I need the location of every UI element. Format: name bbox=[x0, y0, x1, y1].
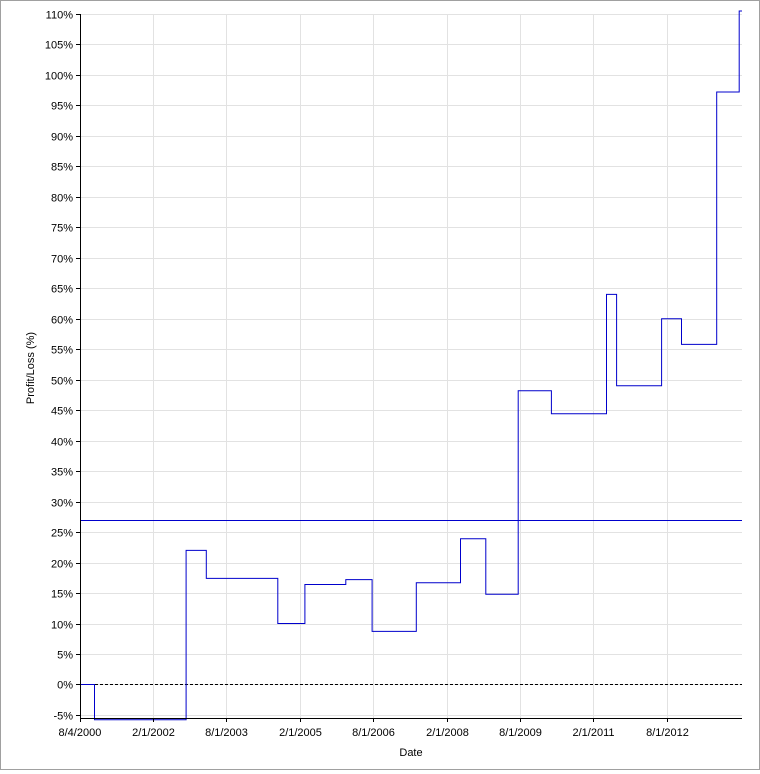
y-tick-label: 85% bbox=[51, 162, 73, 174]
x-tick-label: 8/1/2009 bbox=[499, 727, 542, 739]
x-axis-title: Date bbox=[399, 747, 422, 759]
y-tick-label: 50% bbox=[51, 376, 73, 388]
y-tick-label: 60% bbox=[51, 315, 73, 327]
x-tick-label: 2/1/2002 bbox=[132, 727, 175, 739]
y-tick-label: 70% bbox=[51, 254, 73, 266]
y-tick-label: 65% bbox=[51, 284, 73, 296]
y-tick-label: 20% bbox=[51, 559, 73, 571]
y-tick-label: 25% bbox=[51, 528, 73, 540]
y-tick-label: 35% bbox=[51, 467, 73, 479]
y-tick-label: 15% bbox=[51, 589, 73, 601]
x-tick-label: 2/1/2011 bbox=[572, 727, 614, 739]
y-tick-label: 40% bbox=[51, 437, 73, 449]
x-tick-label: 8/1/2012 bbox=[646, 727, 689, 739]
y-tick-label: 30% bbox=[51, 498, 73, 510]
series-layer bbox=[80, 10, 742, 721]
chart-window: -5% 0% 5% 10% 15% 20% 25% 30% 35% 40% 45% 50% 55% 60%… bbox=[0, 0, 760, 770]
profit-loss-chart: -5% 0% 5% 10% 15% 20% 25% 30% 35% 40% 45% 50% 55% 60%… bbox=[25, 10, 742, 759]
y-tick-label: 10% bbox=[51, 620, 73, 632]
y-tick-label: 55% bbox=[51, 345, 73, 357]
x-tick-label: 8/1/2006 bbox=[352, 727, 395, 739]
axes bbox=[80, 14, 742, 719]
y-axis-title: Profit/Loss (%) bbox=[25, 332, 37, 404]
x-tick-label: 2/1/2008 bbox=[426, 727, 469, 739]
reference-lines bbox=[80, 520, 742, 685]
y-tick-label: 90% bbox=[51, 132, 73, 144]
y-tick-label: 75% bbox=[51, 223, 73, 235]
y-tick-label: 110% bbox=[46, 10, 74, 22]
y-tick-label: 45% bbox=[51, 406, 73, 418]
x-axis-ticks: 8/4/2000 2/1/2002 8/1/2003 2/1/2005 8/1/2006… bbox=[59, 718, 689, 739]
y-tick-label: 105% bbox=[45, 40, 73, 52]
grid-lines bbox=[80, 14, 742, 718]
y-tick-label: -5% bbox=[53, 711, 73, 723]
y-tick-label: 5% bbox=[57, 650, 73, 662]
x-tick-label: 8/1/2003 bbox=[205, 727, 248, 739]
y-tick-label: 95% bbox=[51, 101, 73, 113]
series-line bbox=[80, 10, 742, 721]
x-tick-label: 8/4/2000 bbox=[59, 727, 102, 739]
y-axis-ticks: -5% 0% 5% 10% 15% 20% 25% 30% 35% 40% 45% 50% 55% 60%… bbox=[45, 10, 80, 723]
x-tick-label: 2/1/2005 bbox=[279, 727, 322, 739]
y-tick-label: 80% bbox=[51, 193, 73, 205]
y-tick-label: 100% bbox=[45, 71, 73, 83]
y-tick-label: 0% bbox=[57, 680, 73, 692]
